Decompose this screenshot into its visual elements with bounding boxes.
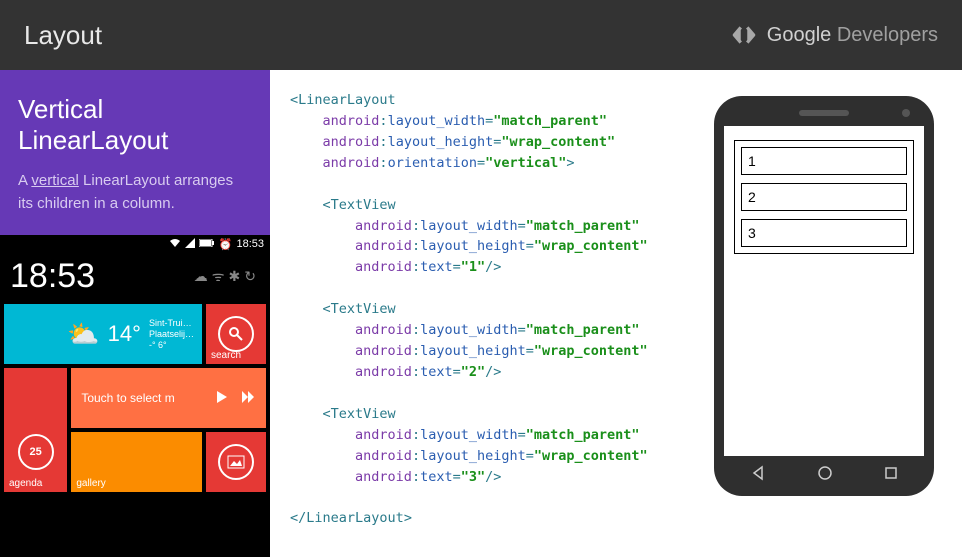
bluetooth-icon: ✱ (229, 268, 245, 284)
image-icon (218, 444, 254, 480)
wifi-small-icon: ᯤ (212, 268, 229, 284)
search-tile: search (206, 304, 266, 364)
mock-tiles: ⛅ 14° Sint-Trui…Plaatselij…-° 6° search … (0, 300, 270, 496)
header-title: Layout (24, 20, 102, 51)
agenda-label: agenda (9, 478, 42, 489)
weather-tile: ⛅ 14° Sint-Trui…Plaatselij…-° 6° (4, 304, 202, 364)
gallery-label: gallery (76, 478, 105, 489)
nav-recent-icon (884, 466, 898, 485)
gallery-icon-tile (206, 432, 266, 492)
code-block: <LinearLayout android:layout_width="matc… (290, 90, 694, 557)
weather-temp: 14° (108, 321, 141, 347)
battery-icon (199, 238, 215, 250)
status-time: 18:53 (236, 238, 264, 250)
gallery-tile: gallery (71, 432, 202, 492)
example-phone-mock: ⏰ 18:53 18:53 ☁ᯤ✱↻ ⛅ 14° Sint-Trui…Plaat… (0, 235, 270, 557)
slide-header: Layout Google Developers (0, 0, 962, 70)
nav-home-icon (817, 465, 833, 486)
phone-screen: 1 2 3 (724, 126, 924, 456)
sidebar: VerticalLinearLayout A vertical LinearLa… (0, 70, 270, 557)
textview-3: 3 (741, 219, 907, 247)
music-tile: Touch to select m (71, 368, 266, 428)
linearlayout-box: 1 2 3 (734, 140, 914, 254)
calendar-icon: 25 (18, 434, 54, 470)
cloud-icon: ☁ (194, 268, 212, 284)
brand-text: Google Developers (767, 24, 938, 47)
next-icon (240, 389, 256, 408)
sync-icon: ↻ (244, 268, 260, 284)
search-label: search (211, 350, 241, 361)
signal-icon (185, 238, 195, 251)
phone-camera (902, 109, 910, 117)
brand-block: Google Developers (731, 22, 938, 48)
big-clock: 18:53 (10, 257, 95, 296)
music-text: Touch to select m (81, 391, 204, 405)
play-icon (214, 389, 230, 408)
developers-logo-icon (731, 22, 757, 48)
content-area: VerticalLinearLayout A vertical LinearLa… (0, 70, 962, 557)
phone-body: 1 2 3 (714, 96, 934, 496)
nav-back-icon (750, 465, 766, 486)
phone-illustration: 1 2 3 (714, 90, 944, 557)
weather-icon: ⛅ (67, 319, 99, 350)
wifi-icon (169, 238, 181, 251)
clock-small-icons: ☁ᯤ✱↻ (105, 267, 260, 286)
agenda-tile: 25 agenda (4, 368, 67, 492)
sidebar-description: A vertical LinearLayout arranges its chi… (18, 170, 252, 215)
mock-status-bar: ⏰ 18:53 (0, 235, 270, 253)
main-panel: <LinearLayout android:layout_width="matc… (270, 70, 962, 557)
alarm-icon: ⏰ (219, 238, 233, 251)
sidebar-heading: VerticalLinearLayout (18, 94, 252, 156)
mock-clock-row: 18:53 ☁ᯤ✱↻ (0, 253, 270, 300)
search-icon (218, 316, 254, 352)
phone-navbar (724, 462, 924, 488)
phone-speaker (799, 110, 849, 116)
textview-2: 2 (741, 183, 907, 211)
weather-text: Sint-Trui…Plaatselij…-° 6° (149, 318, 194, 350)
textview-1: 1 (741, 147, 907, 175)
